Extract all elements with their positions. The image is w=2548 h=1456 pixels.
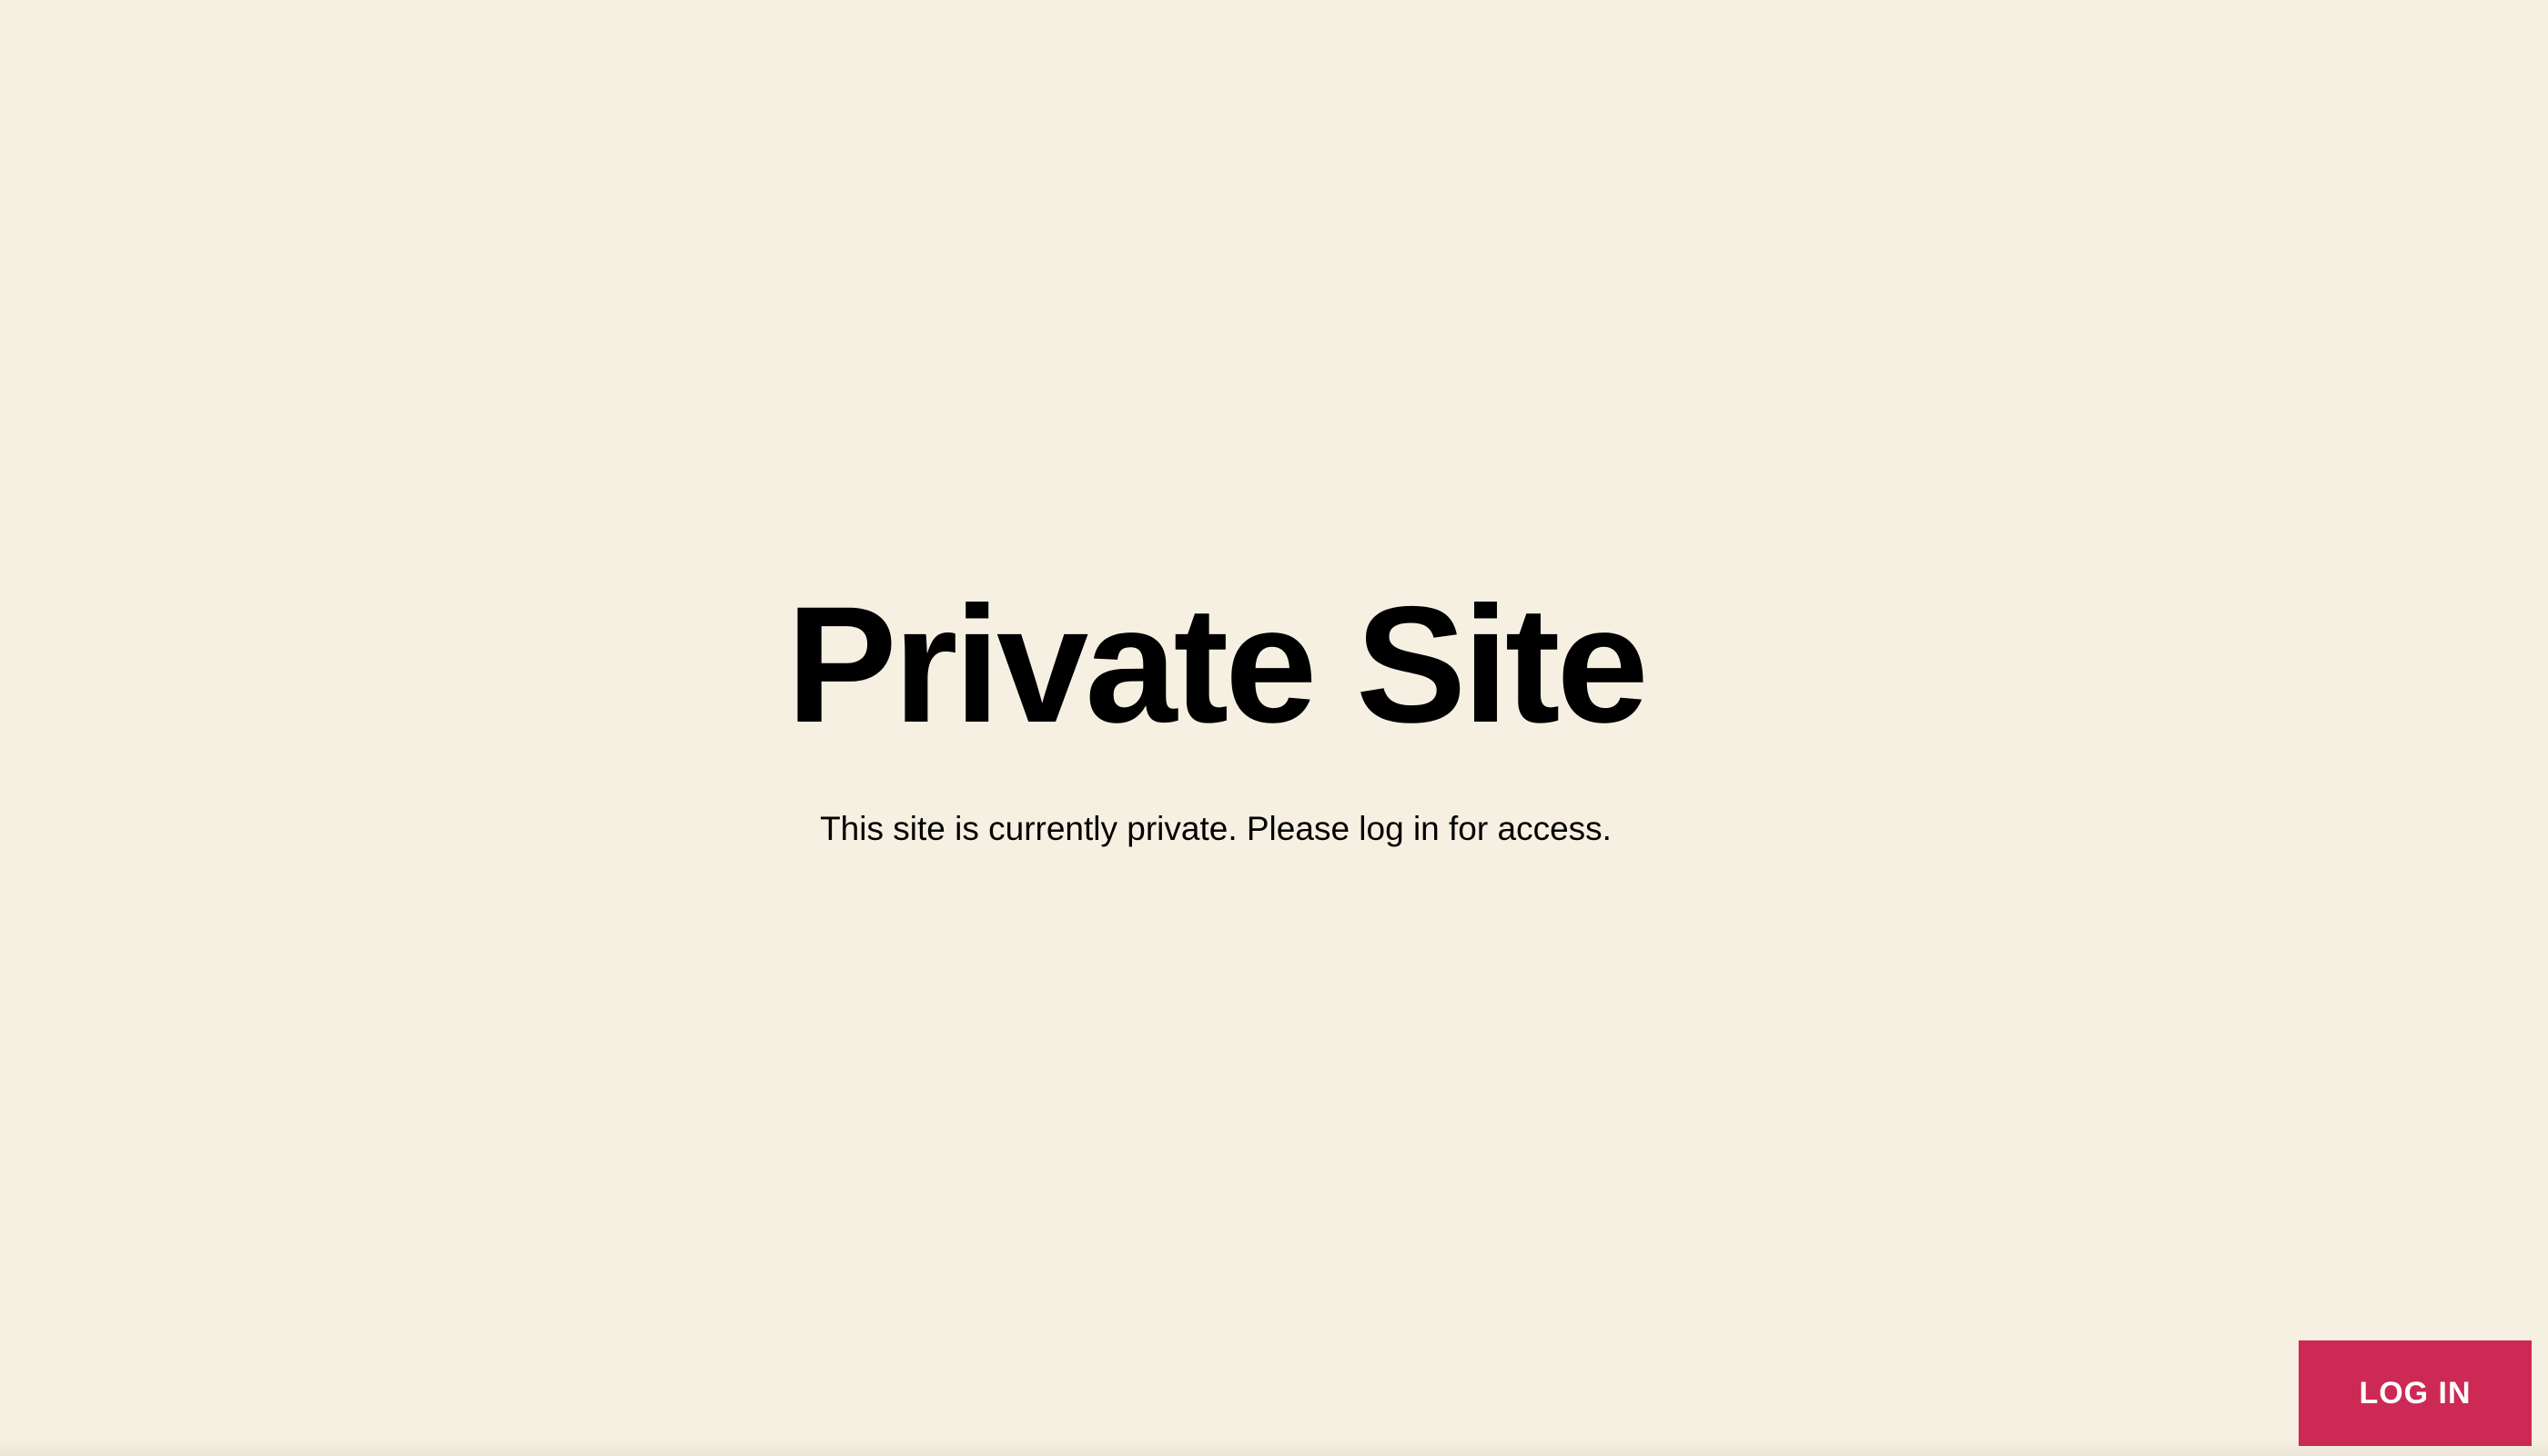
private-site-page: Private Site This site is currently priv… [0, 0, 2548, 1456]
private-message: This site is currently private. Please l… [820, 810, 1612, 847]
login-button[interactable]: LOG IN [2299, 1340, 2532, 1446]
page-title: Private Site [786, 571, 1648, 757]
private-notice: Private Site This site is currently priv… [0, 0, 2548, 1456]
